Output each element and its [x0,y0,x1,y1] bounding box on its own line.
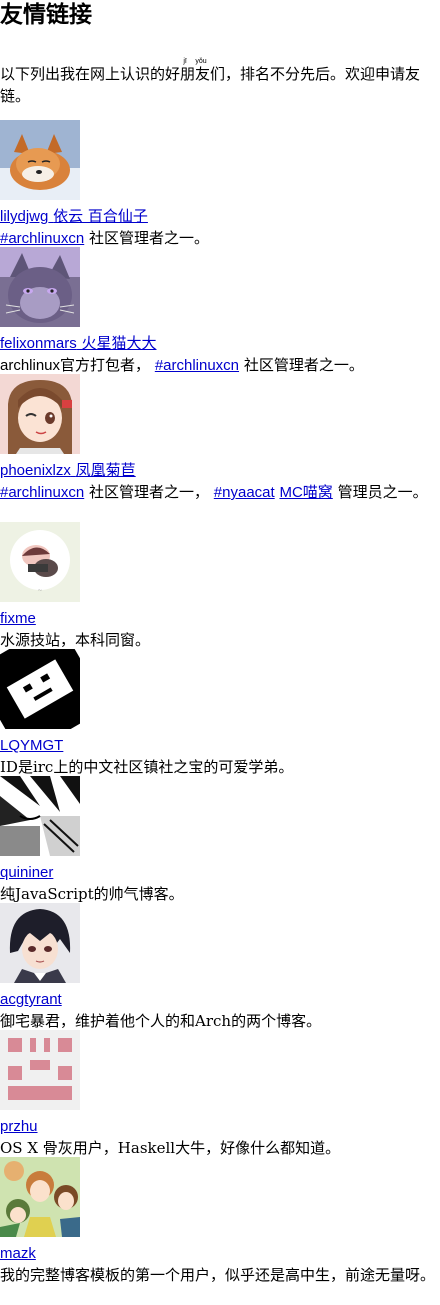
friend-desc: 我的完整博客模板的第一个用户，似乎还是高中生，前途无量呀。 [0,1266,436,1284]
friend-name-line: acgtyrant [0,989,440,1009]
anime-girl-avatar-icon[interactable] [0,374,80,454]
friend-link[interactable]: przhu [0,1118,38,1135]
friend-link[interactable]: phoenixlzx 凤凰菊苣 [0,461,136,479]
sleeping-figure-avatar-icon[interactable]: ~ [0,522,80,602]
friend-link[interactable]: fixme [0,610,36,627]
friend-entry: acgtyrant 御宅暴君，维护着他个人的和Arch的两个博客。 [0,903,440,1033]
cat-avatar-icon[interactable] [0,247,80,327]
friend-link[interactable]: mazk [0,1245,36,1262]
friend-name-line: lilydjwg 依云 百合仙子 [0,206,440,226]
friend-name-line: mazk [0,1243,440,1263]
friend-entry: phoenixlzx 凤凰菊苣 #archlinuxcn 社区管理者之一， #n… [0,374,440,505]
friend-link[interactable]: acgtyrant [0,991,62,1008]
friend-name-line: quininer [0,862,440,882]
anime-group-avatar-icon[interactable] [0,1157,80,1237]
fox-avatar-icon[interactable] [0,120,80,200]
channel-link[interactable]: #nyaacat [214,484,275,501]
friend-name-line: felixonmars 火星猫大大 [0,333,440,353]
friend-name-line: phoenixlzx 凤凰菊苣 [0,460,440,480]
page-title: 友情链接 [0,1,92,28]
friend-entry: felixonmars 火星猫大大 archlinux官方打包者， #archl… [0,247,440,378]
channel-link[interactable]: #archlinuxcn [0,484,84,501]
intro-text: 以下列出我在网上认识的好朋友jī yǒu们，排名不分先后。欢迎申请友链。 [0,58,440,107]
friend-entry: ~ fixme 水源技站，本科同窗。 [0,522,440,652]
identicon-avatar-icon[interactable] [0,1030,80,1110]
friend-entry: przhu OS X 骨灰用户，Haskell大牛，好像什么都知道。 [0,1030,440,1160]
channel-link[interactable]: #archlinuxcn [0,230,84,247]
friend-entry: LQYMGT ID是irc上的中文社区镇社之宝的可爱学弟。 [0,649,440,779]
box-face-avatar-icon[interactable] [0,649,80,729]
friend-entry: quininer 纯JavaScript的帅气博客。 [0,776,440,906]
intro-ruby-text: jī yǒu [180,58,211,65]
friend-link[interactable]: felixonmars 火星猫大大 [0,334,157,352]
channel-link[interactable]: #archlinuxcn [155,357,239,374]
friend-name-line: LQYMGT [0,735,440,755]
friend-entry: lilydjwg 依云 百合仙子 #archlinuxcn 社区管理者之一。 [0,120,440,251]
intro-ruby-base: 朋友 [180,65,211,83]
friend-desc: #archlinuxcn 社区管理者之一， #nyaacat MC喵窝 管理员之… [0,483,428,501]
server-link[interactable]: MC喵窝 [279,484,332,501]
anime-boy-avatar-icon[interactable] [0,903,80,983]
friend-link[interactable]: LQYMGT [0,737,63,754]
intro-before: 以下列出我在网上认识的好 [0,65,181,83]
intro-ruby: 朋友jī yǒu [180,58,211,83]
svg-text:~: ~ [37,587,42,594]
friend-link[interactable]: lilydjwg 依云 百合仙子 [0,207,148,225]
manga-sketch-avatar-icon[interactable] [0,776,80,856]
friend-name-line: przhu [0,1116,440,1136]
friend-entry: mazk 我的完整博客模板的第一个用户，似乎还是高中生，前途无量呀。 [0,1157,440,1287]
friend-name-line: fixme [0,608,440,628]
friend-link[interactable]: quininer [0,864,53,881]
